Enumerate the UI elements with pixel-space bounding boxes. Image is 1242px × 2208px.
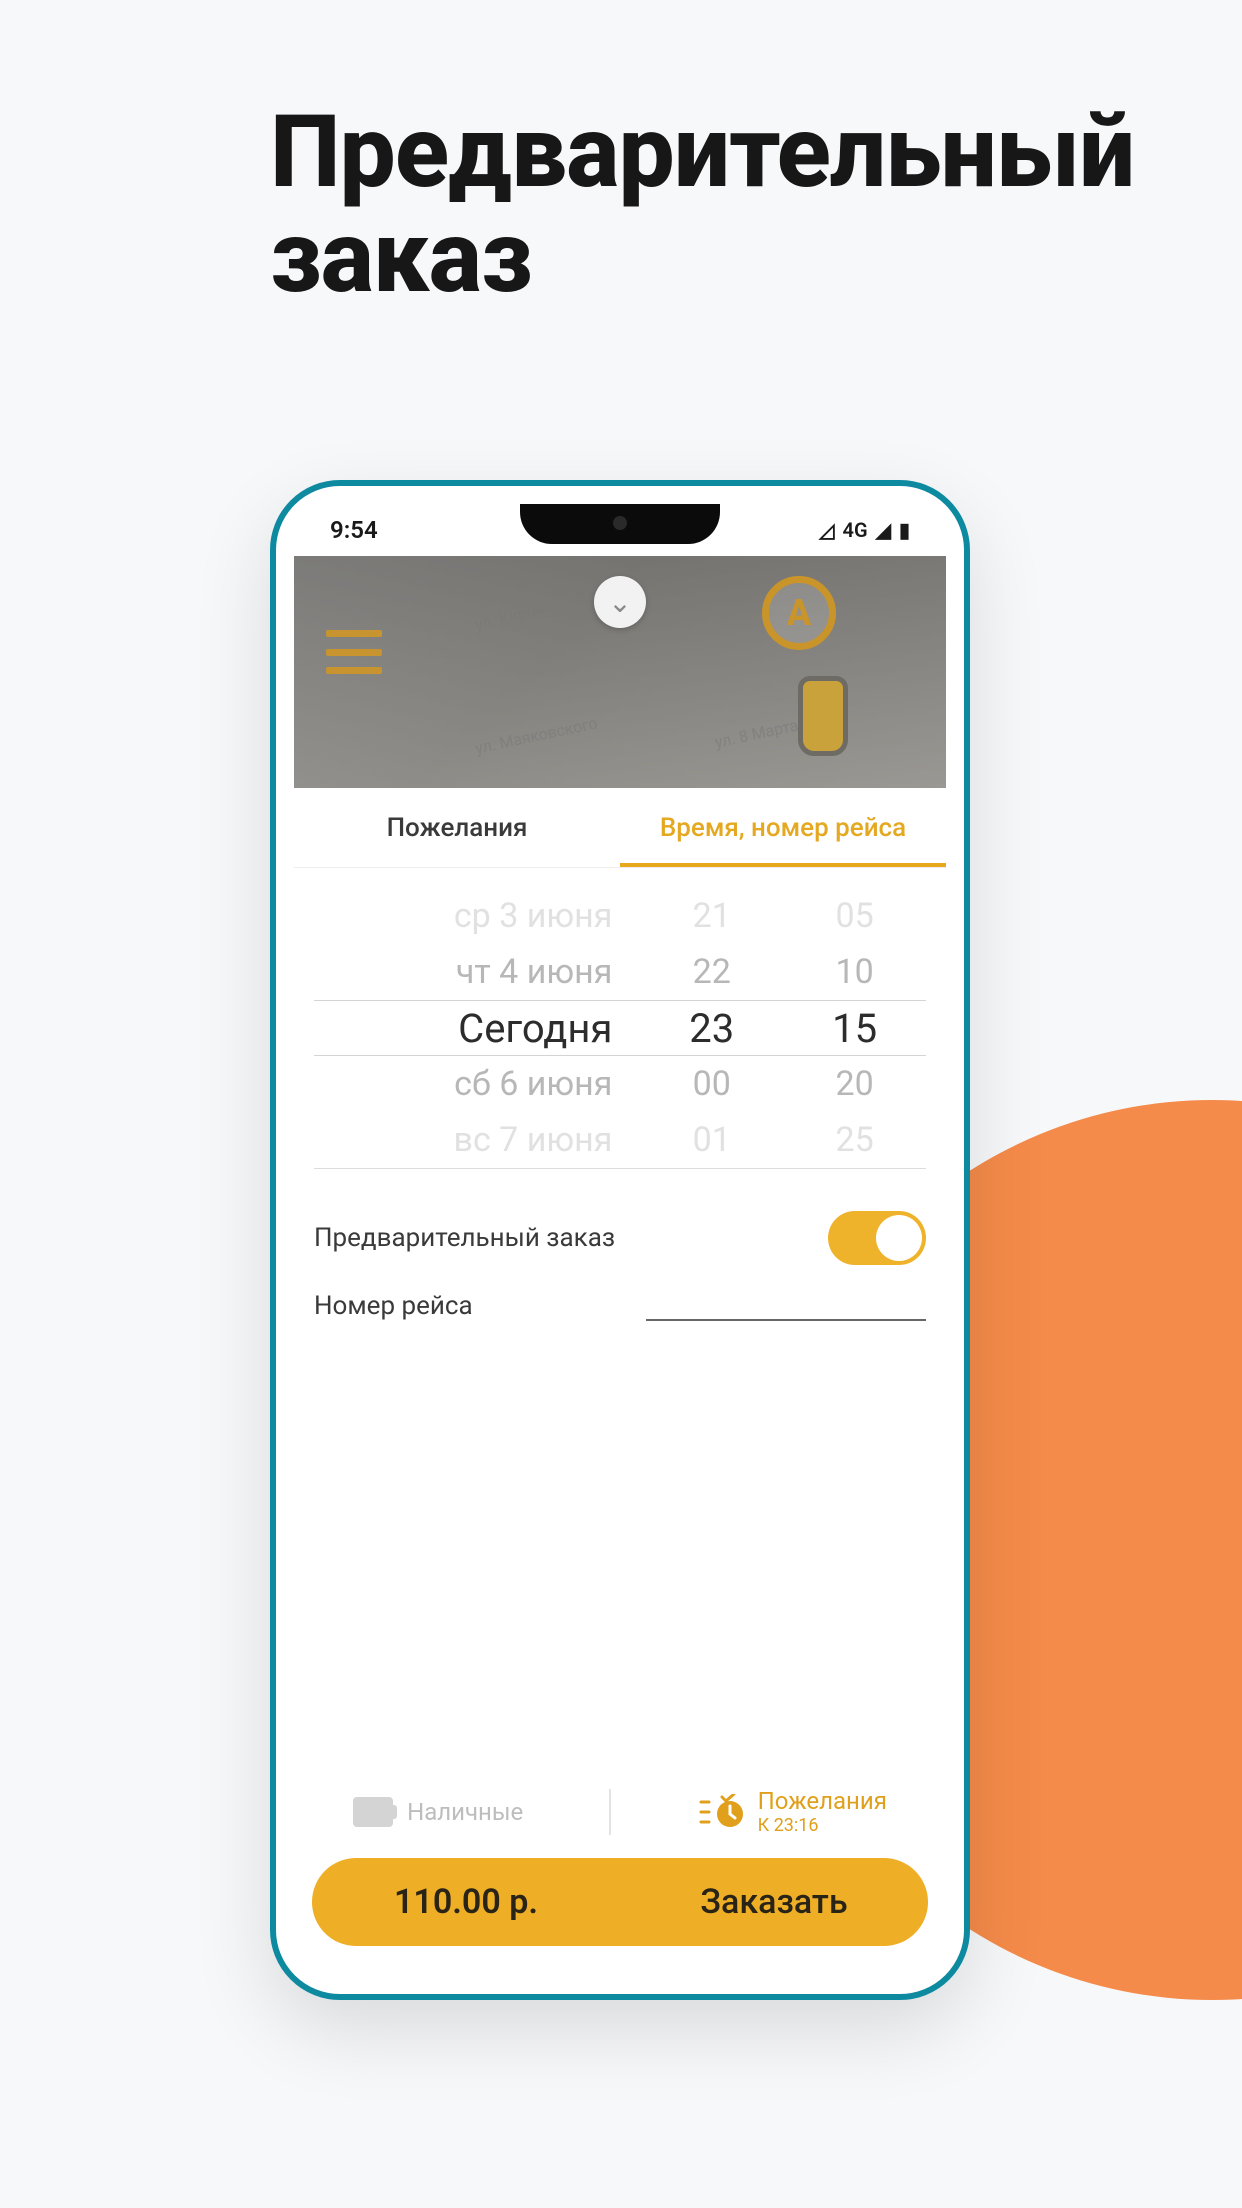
map-area: ⌄ ул. Кирова ул. Маяковского ул. 8 Марта… — [294, 556, 946, 788]
tab-wishes[interactable]: Пожелания — [294, 788, 620, 867]
wishes-sublabel: К 23:16 — [758, 1815, 887, 1836]
wallet-icon — [353, 1797, 393, 1827]
hamburger-line-icon — [326, 667, 382, 674]
datetime-picker[interactable]: ср 3 июня 21 05 чт 4 июня 22 10 Сегодня … — [294, 868, 946, 1169]
preorder-row: Предварительный заказ — [294, 1169, 946, 1279]
picker-hour: 23 — [640, 1005, 783, 1052]
picker-min: 15 — [783, 1005, 926, 1052]
menu-button[interactable] — [326, 630, 382, 674]
map-pin-a[interactable]: A — [762, 576, 836, 650]
picker-hour: 22 — [640, 952, 783, 992]
network-label: 4G — [843, 518, 868, 542]
flight-row: Номер рейса — [294, 1279, 946, 1321]
picker-date: чт 4 июня — [314, 952, 640, 992]
phone-frame: 9:54 ◿ 4G ◢ ▮ ⌄ ул. Кирова ул. Маяковско… — [270, 480, 970, 2000]
chevron-down-icon: ⌄ — [608, 586, 631, 619]
picker-hour: 01 — [640, 1120, 783, 1160]
preorder-label: Предварительный заказ — [314, 1223, 615, 1253]
flight-input[interactable] — [646, 1285, 926, 1321]
pin-letter: A — [787, 592, 811, 634]
phone-notch — [520, 504, 720, 544]
collapse-button[interactable]: ⌄ — [594, 576, 646, 628]
picker-date: ср 3 июня — [314, 896, 640, 936]
picker-row[interactable]: чт 4 июня 22 10 — [314, 944, 926, 1000]
map-street-label: ул. Маяковского — [473, 713, 599, 757]
picker-row[interactable]: ср 3 июня 21 05 — [314, 888, 926, 944]
toggle-knob-icon — [876, 1215, 922, 1261]
picker-hour: 21 — [640, 896, 783, 936]
title-line-2: заказ — [270, 199, 532, 316]
phone-screen: 9:54 ◿ 4G ◢ ▮ ⌄ ул. Кирова ул. Маяковско… — [294, 504, 946, 1976]
tabs: Пожелания Время, номер рейса — [294, 788, 946, 868]
battery-icon: ▮ — [899, 518, 910, 542]
divider — [609, 1789, 611, 1835]
flight-label: Номер рейса — [314, 1291, 473, 1321]
tab-label: Пожелания — [387, 813, 528, 843]
hamburger-line-icon — [326, 649, 382, 656]
picker-date: сб 6 июня — [314, 1064, 640, 1104]
picker-min: 10 — [783, 952, 926, 992]
title-line-1: Предварительный — [270, 94, 1134, 211]
schedule-icon — [698, 1794, 744, 1830]
statusbar-right: ◿ 4G ◢ ▮ — [819, 518, 910, 542]
preorder-toggle[interactable] — [828, 1211, 926, 1265]
wishes-option[interactable]: Пожелания К 23:16 — [698, 1787, 887, 1836]
picker-min: 05 — [783, 896, 926, 936]
tab-label: Время, номер рейса — [660, 813, 906, 843]
bottom-options: Наличные П — [294, 1787, 946, 1836]
picker-hour: 00 — [640, 1064, 783, 1104]
signal-triangle-icon: ◿ — [819, 518, 834, 542]
picker-min: 20 — [783, 1064, 926, 1104]
picker-date: Сегодня — [314, 1005, 640, 1052]
order-button-label: Заказать — [700, 1882, 847, 1922]
picker-date: вс 7 июня — [314, 1120, 640, 1160]
page-title: Предварительный заказ — [270, 100, 1134, 310]
map-car-icon — [798, 676, 848, 756]
picker-min: 25 — [783, 1120, 926, 1160]
tab-time-flight[interactable]: Время, номер рейса — [620, 788, 946, 867]
signal-icon: ◢ — [876, 518, 891, 542]
order-price: 110.00 р. — [312, 1882, 620, 1922]
picker-row[interactable]: вс 7 июня 01 25 — [314, 1112, 926, 1168]
statusbar-time: 9:54 — [330, 516, 378, 544]
picker-row[interactable]: сб 6 июня 00 20 — [314, 1056, 926, 1112]
order-bar: 110.00 р. Заказать — [312, 1858, 928, 1946]
payment-cash[interactable]: Наличные — [353, 1797, 523, 1827]
map-street-label: ул. Кирова — [473, 597, 555, 635]
wishes-label: Пожелания — [758, 1787, 887, 1815]
cash-label: Наличные — [407, 1798, 523, 1826]
picker-row-selected[interactable]: Сегодня 23 15 — [314, 1000, 926, 1056]
order-button[interactable]: Заказать — [620, 1882, 928, 1922]
map-street-label: ул. 8 Марта — [713, 715, 800, 751]
hamburger-line-icon — [326, 630, 382, 637]
